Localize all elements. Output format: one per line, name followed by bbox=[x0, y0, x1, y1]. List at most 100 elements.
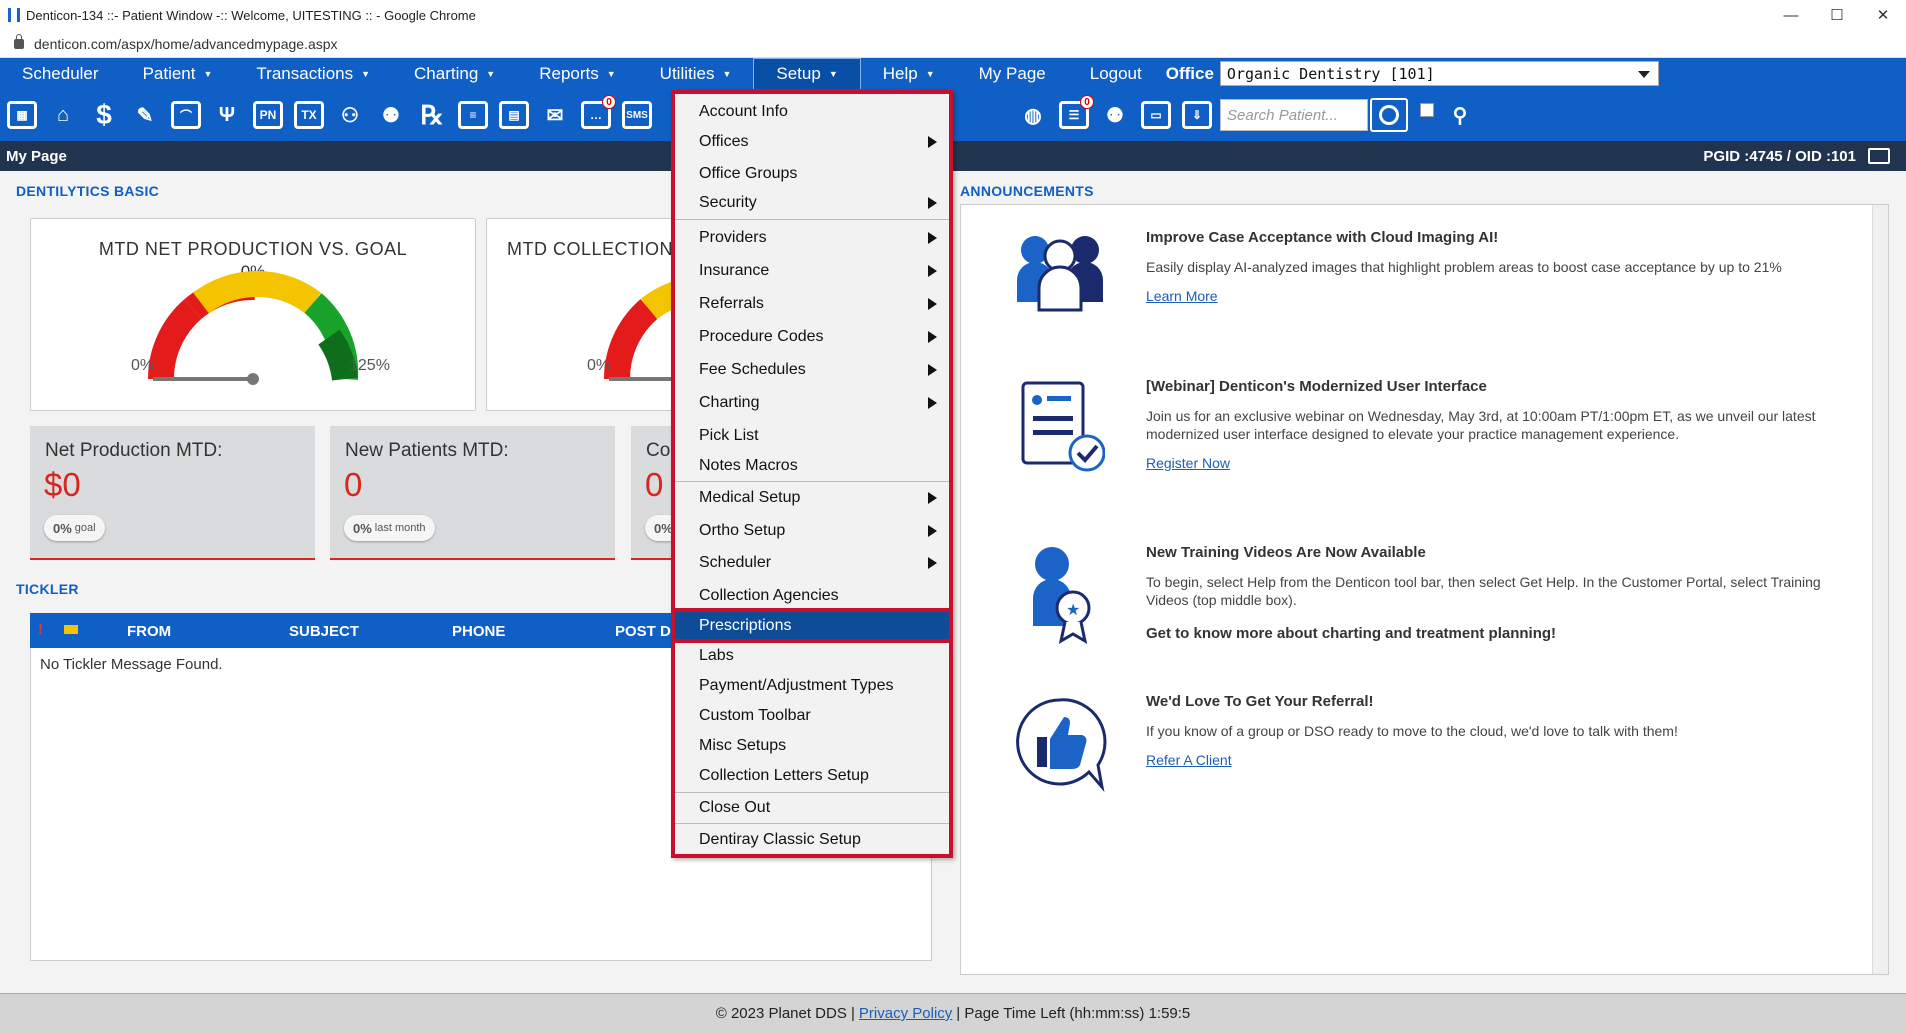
menu-scheduler[interactable]: Scheduler bbox=[675, 549, 949, 576]
learn-more-link[interactable]: Learn More bbox=[1146, 288, 1218, 304]
announcement-item: [Webinar] Denticon's Modernized User Int… bbox=[1146, 378, 1846, 473]
nav-logout[interactable]: Logout bbox=[1068, 58, 1146, 89]
privacy-policy-link[interactable]: Privacy Policy bbox=[859, 1005, 952, 1022]
menu-divider bbox=[675, 219, 949, 220]
announcements-scrollbar[interactable] bbox=[1872, 205, 1888, 974]
url-text[interactable]: denticon.com/aspx/home/advancedmypage.as… bbox=[34, 36, 338, 52]
nav-reports[interactable]: Reports ▼ bbox=[517, 58, 637, 89]
stat-value: 0 bbox=[645, 466, 664, 503]
menu-collection-agencies[interactable]: Collection Agencies bbox=[675, 582, 949, 609]
menu-medical-setup[interactable]: Medical Setup bbox=[675, 484, 949, 511]
download-icon[interactable]: ⇓ bbox=[1179, 97, 1215, 133]
submenu-arrow-icon bbox=[928, 232, 937, 244]
nav-utilities[interactable]: Utilities ▼ bbox=[638, 58, 754, 89]
gauge-chart bbox=[603, 278, 685, 381]
menu-offices[interactable]: Offices bbox=[675, 128, 949, 155]
tooth-icon[interactable]: ⌒ bbox=[168, 97, 204, 133]
announcement-item: New Training Videos Are Now Available To… bbox=[1146, 544, 1846, 642]
gauge-min: 0% bbox=[587, 357, 611, 374]
menu-labs[interactable]: Labs bbox=[675, 642, 949, 669]
notes-icon[interactable]: ≡ bbox=[455, 97, 491, 133]
menu-collection-letters-setup[interactable]: Collection Letters Setup bbox=[675, 762, 949, 789]
gauge-card-collection: MTD COLLECTION 0% bbox=[486, 218, 686, 411]
pn-icon[interactable]: PN bbox=[250, 97, 286, 133]
nav-charting[interactable]: Charting ▼ bbox=[392, 58, 517, 89]
menu-procedure-codes[interactable]: Procedure Codes bbox=[675, 323, 949, 350]
nav-label: Patient bbox=[142, 63, 196, 83]
globe-icon[interactable]: ◍ bbox=[1015, 97, 1051, 133]
menu-security[interactable]: Security bbox=[675, 189, 949, 216]
menu-referrals[interactable]: Referrals bbox=[675, 290, 949, 317]
office-select[interactable]: Organic Dentistry [101] bbox=[1219, 61, 1659, 86]
home-icon[interactable]: ⌂ bbox=[45, 97, 81, 133]
menu-fee-schedules[interactable]: Fee Schedules bbox=[675, 356, 949, 383]
menu-divider bbox=[675, 792, 949, 793]
refer-client-link[interactable]: Refer A Client bbox=[1146, 752, 1232, 768]
group-icon[interactable]: ⚉ bbox=[1097, 97, 1133, 133]
maximize-button[interactable]: ☐ bbox=[1814, 0, 1860, 30]
caret-down-icon: ▼ bbox=[828, 69, 838, 79]
rx-icon[interactable]: ℞ bbox=[414, 97, 450, 133]
menu-charting[interactable]: Charting bbox=[675, 389, 949, 416]
address-bar[interactable]: denticon.com/aspx/home/advancedmypage.as… bbox=[0, 30, 1906, 58]
submenu-arrow-icon bbox=[928, 298, 937, 310]
stat-label: Net Production MTD: bbox=[45, 440, 223, 461]
menu-account-info[interactable]: Account Info bbox=[675, 98, 949, 125]
menu-ortho-setup[interactable]: Ortho Setup bbox=[675, 517, 949, 544]
submenu-arrow-icon bbox=[928, 525, 937, 537]
menu-payment-adjustment-types[interactable]: Payment/Adjustment Types bbox=[675, 672, 949, 699]
register-now-link[interactable]: Register Now bbox=[1146, 455, 1230, 471]
minimize-button[interactable]: — bbox=[1768, 0, 1814, 30]
form-icon[interactable]: ☰ 0 bbox=[1056, 95, 1094, 133]
close-button[interactable]: ✕ bbox=[1860, 0, 1906, 30]
printer-icon[interactable] bbox=[1868, 148, 1890, 164]
stat-pill: 0% last month bbox=[344, 515, 435, 541]
nav-label: Setup bbox=[776, 64, 821, 83]
col-post-date[interactable]: POST D bbox=[615, 623, 671, 640]
menu-close-out[interactable]: Close Out bbox=[675, 794, 949, 821]
print-icon[interactable]: ▭ bbox=[1138, 97, 1174, 133]
add-patient-icon[interactable]: ⚇ bbox=[332, 97, 368, 133]
announcement-body: Easily display AI-analyzed images that h… bbox=[1146, 259, 1782, 275]
nav-help[interactable]: Help ▼ bbox=[861, 58, 957, 89]
menu-prescriptions[interactable]: Prescriptions bbox=[671, 608, 953, 643]
menu-dentiray-classic-setup[interactable]: Dentiray Classic Setup bbox=[675, 826, 949, 853]
col-phone[interactable]: PHONE bbox=[452, 623, 505, 640]
nav-transactions[interactable]: Transactions ▼ bbox=[234, 58, 392, 89]
page-ids: PGID :4745 / OID :101 bbox=[1703, 147, 1856, 165]
dollar-icon[interactable]: $ bbox=[86, 97, 122, 133]
toolbar-checkbox[interactable] bbox=[1420, 103, 1434, 117]
nav-label: Charting bbox=[414, 63, 479, 83]
page-header: My Page PGID :4745 / OID :101 bbox=[0, 141, 1906, 171]
col-subject[interactable]: SUBJECT bbox=[289, 623, 359, 640]
menu-notes-macros[interactable]: Notes Macros bbox=[675, 452, 949, 479]
gauge-chart bbox=[147, 271, 359, 385]
message-icon[interactable]: … 0 bbox=[578, 95, 616, 133]
menu-misc-setups[interactable]: Misc Setups bbox=[675, 732, 949, 759]
col-from[interactable]: FROM bbox=[127, 623, 171, 640]
tooth-chart-icon[interactable]: Ψ bbox=[209, 97, 245, 133]
nav-label: Transactions bbox=[256, 63, 354, 83]
search-patient-input[interactable]: Search Patient... bbox=[1220, 99, 1368, 131]
award-icon: ★ bbox=[1033, 547, 1091, 644]
tickler-title: TICKLER bbox=[16, 581, 79, 597]
document-icon[interactable]: ▤ bbox=[496, 97, 532, 133]
nav-patient[interactable]: Patient ▼ bbox=[121, 58, 235, 89]
nav-my-page[interactable]: My Page bbox=[957, 58, 1068, 89]
edit-icon[interactable]: ✎ bbox=[127, 97, 163, 133]
menu-office-groups[interactable]: Office Groups bbox=[675, 160, 949, 187]
menu-pick-list[interactable]: Pick List bbox=[675, 422, 949, 449]
nav-scheduler[interactable]: Scheduler bbox=[0, 58, 121, 89]
nav-label: Logout bbox=[1089, 63, 1142, 83]
add-family-icon[interactable]: ⚉ bbox=[373, 97, 409, 133]
menu-custom-toolbar[interactable]: Custom Toolbar bbox=[675, 702, 949, 729]
menu-providers[interactable]: Providers bbox=[675, 224, 949, 251]
tx-icon[interactable]: TX bbox=[291, 97, 327, 133]
patient-search-icon[interactable] bbox=[1370, 98, 1408, 132]
nav-setup[interactable]: Setup ▼ bbox=[753, 58, 861, 89]
calendar-icon[interactable]: ▦ bbox=[4, 97, 40, 133]
search-people-icon[interactable]: ⚲ bbox=[1442, 97, 1478, 133]
sms-icon[interactable]: SMS bbox=[619, 97, 655, 133]
mail-icon[interactable]: ✉ bbox=[537, 97, 573, 133]
menu-insurance[interactable]: Insurance bbox=[675, 257, 949, 284]
